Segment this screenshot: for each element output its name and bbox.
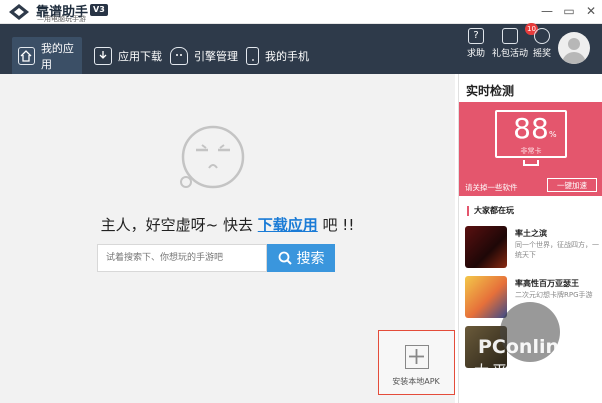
install-label: 安装本地APK (392, 377, 440, 386)
one-click-accelerate-button[interactable]: 一键加速 (547, 178, 597, 192)
restore-button[interactable]: ▭ (560, 2, 578, 20)
avatar-head (568, 38, 580, 50)
game-icon (465, 226, 507, 268)
empty-suffix: 吧 !! (317, 216, 355, 234)
score-status: 非常卡 (520, 147, 542, 155)
search-button[interactable]: 搜索 (267, 244, 335, 272)
title-bar: 靠谱助手 V3 —用电脑玩手游 — ▭ ✕ (0, 0, 602, 24)
empty-prefix: 主人，好空虚呀~ 快去 (100, 216, 258, 234)
monitor-screen: 88 % 非常卡 (495, 110, 567, 158)
empty-message: 主人，好空虚呀~ 快去 下载应用 吧 !! (0, 214, 455, 235)
tab-engine-manage[interactable]: 引擎管理 (170, 37, 238, 74)
popular-games-title: 大家都在玩 (467, 206, 514, 216)
home-icon (18, 46, 35, 65)
watermark-cn: 太平洋电脑网 (474, 362, 583, 380)
performance-monitor: 88 % 非常卡 请关掉一些软件 一键加速 (459, 102, 602, 196)
avatar[interactable] (558, 32, 590, 64)
download-icon (94, 46, 112, 65)
android-icon (170, 46, 188, 65)
watermark: PConline 太平洋电脑网 (470, 300, 602, 403)
plus-icon (405, 345, 429, 369)
phone-icon (246, 46, 259, 65)
lottery-icon (534, 28, 550, 44)
download-apps-link[interactable]: 下载应用 (258, 216, 318, 234)
game-name: 率高性百万亚瑟王 (515, 279, 579, 288)
tab-my-apps[interactable]: 我的应用 (12, 37, 82, 74)
search-button-label: 搜索 (296, 251, 325, 267)
tab-label: 我的应用 (40, 41, 74, 71)
tab-my-phone[interactable]: 我的手机 (246, 37, 309, 74)
search-input[interactable] (97, 244, 267, 272)
help-label: 求助 (466, 49, 485, 59)
game-item[interactable]: 率土之滨 同一个世界，征战四方，一统天下 (465, 226, 601, 272)
app-logo-icon (9, 4, 29, 20)
gift-icon: 10 (502, 23, 538, 44)
realtime-check-title: 实时检测 (466, 84, 515, 98)
monitor-stand (523, 160, 539, 166)
main-area: 主人，好空虚呀~ 快去 下载应用 吧 !! 搜索 安装本地APK (0, 74, 455, 403)
install-local-apk-button[interactable]: 安装本地APK (378, 330, 455, 395)
search-icon (278, 251, 292, 265)
help-icon: ? (468, 28, 484, 44)
minimize-button[interactable]: — (538, 2, 556, 20)
tab-label: 我的手机 (265, 49, 309, 63)
game-desc: 二次元幻想卡牌RPG手游 (515, 291, 593, 299)
watermark-brand: PConline (478, 336, 572, 358)
game-name: 率土之滨 (515, 229, 547, 238)
close-apps-hint: 请关掉一些软件 (465, 183, 518, 192)
game-desc: 同一个世界，征战四方，一统天下 (515, 241, 599, 259)
app-slogan: —用电脑玩手游 (37, 15, 86, 23)
close-button[interactable]: ✕ (582, 2, 600, 20)
sad-face-icon (180, 125, 245, 189)
lottery-button[interactable]: 摇奖 (522, 28, 562, 68)
tab-app-download[interactable]: 应用下载 (94, 37, 162, 74)
avatar-body (562, 52, 586, 64)
tab-label: 引擎管理 (194, 49, 238, 63)
tab-label: 应用下载 (118, 49, 162, 63)
lottery-label: 摇奖 (532, 49, 551, 59)
performance-score: 88 (513, 112, 549, 145)
app-version-badge: V3 (90, 4, 108, 16)
score-unit: % (549, 130, 557, 139)
